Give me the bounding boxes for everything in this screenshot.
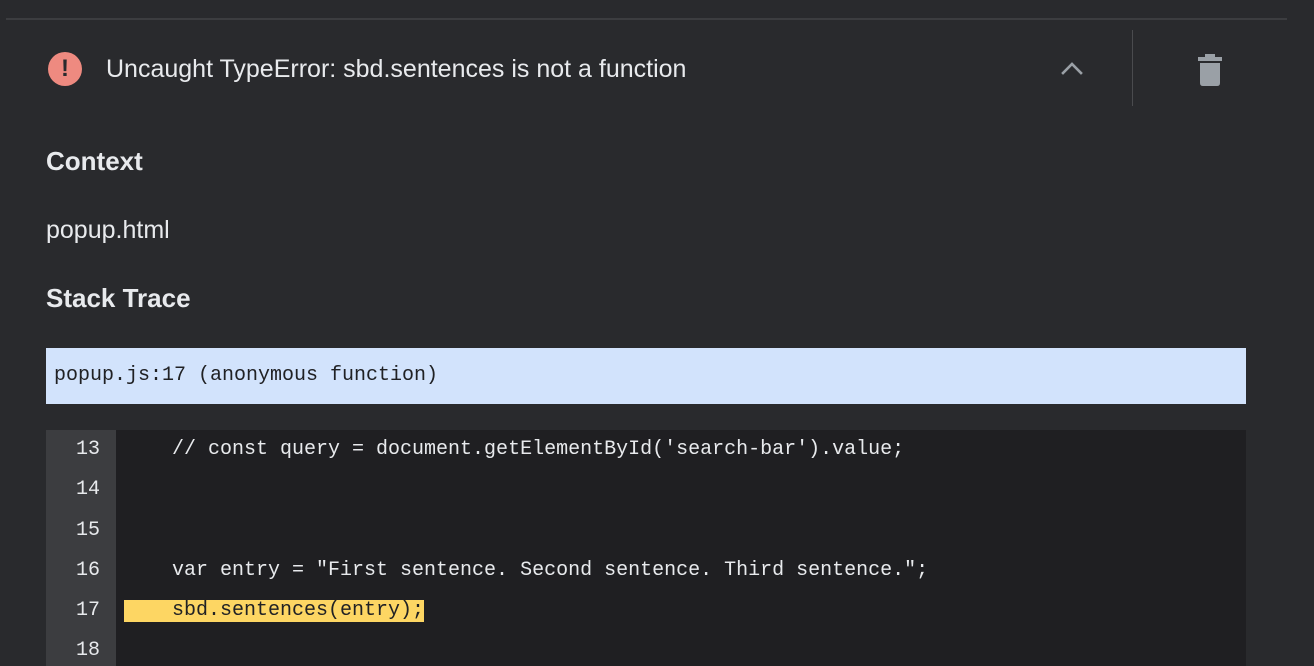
code-line: 15 <box>46 511 1246 551</box>
error-icon-glyph: ! <box>61 55 69 82</box>
context-value: popup.html <box>46 216 170 244</box>
line-number: 16 <box>75 559 100 582</box>
chevron-up-icon <box>1061 62 1083 75</box>
line-number: 14 <box>75 478 100 501</box>
line-number: 15 <box>75 519 100 542</box>
line-code: var entry = "First sentence. Second sent… <box>124 559 929 582</box>
context-heading: Context <box>46 146 143 176</box>
line-number: 13 <box>75 438 100 461</box>
code-line: 14 <box>46 470 1246 510</box>
error-icon: ! <box>48 52 82 86</box>
line-number: 18 <box>75 639 100 662</box>
source-code-block: 13 // const query = document.getElementB… <box>46 430 1246 666</box>
code-line: 13 // const query = document.getElementB… <box>46 430 1246 470</box>
line-number: 17 <box>75 599 100 622</box>
code-line: 16 var entry = "First sentence. Second s… <box>46 551 1246 591</box>
header-separator <box>1132 30 1133 106</box>
stack-frame-selected[interactable]: popup.js:17 (anonymous function) <box>46 348 1246 404</box>
code-line: 18 <box>46 631 1246 666</box>
error-title: Uncaught TypeError: sbd.sentences is not… <box>106 55 687 83</box>
delete-button[interactable] <box>1190 50 1230 90</box>
line-code: // const query = document.getElementById… <box>124 438 905 461</box>
highlighted-error-line: sbd.sentences(entry); <box>124 599 425 622</box>
trash-icon <box>1198 54 1222 86</box>
code-line-highlighted: 17 sbd.sentences(entry); <box>46 591 1246 631</box>
stack-trace-heading: Stack Trace <box>46 283 191 313</box>
error-header[interactable]: ! Uncaught TypeError: sbd.sentences is n… <box>0 20 1314 116</box>
collapse-button[interactable] <box>1052 50 1092 86</box>
